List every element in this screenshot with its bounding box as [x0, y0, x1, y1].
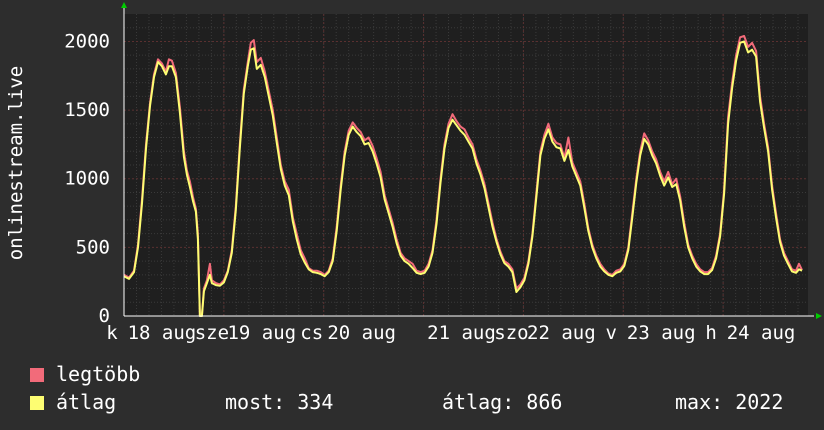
- legend-label-avg: átlag: [56, 390, 117, 414]
- y-tick-label: 1000: [64, 168, 110, 190]
- y-tick-labels: 0500100015002000: [64, 30, 110, 327]
- stat-average: átlag: 866: [442, 390, 563, 414]
- x-tick-label: 20 aug: [327, 322, 396, 344]
- stat-now: most: 334: [225, 390, 334, 414]
- x-tick-label: h: [705, 322, 716, 344]
- x-tick-label: 24 aug: [727, 322, 796, 344]
- x-tick-label: k: [106, 322, 118, 344]
- legend-label-max: legtöbb: [56, 362, 141, 386]
- x-tick-label: 23 aug: [627, 322, 696, 344]
- stat-max: max: 2022: [675, 390, 784, 414]
- legend-item-max: legtöbb: [30, 362, 140, 386]
- x-tick-label: szo: [494, 322, 528, 344]
- legend-swatch-max: [30, 368, 44, 382]
- x-tick-label: cs: [300, 322, 323, 344]
- y-tick-label: 2000: [64, 30, 110, 52]
- x-tick-labels: k 18 augsze19 aug cs 20 aug 21 augszo22 aug v…: [106, 322, 795, 344]
- graph-panel: 0 500 1000 1500 2000 k 18 aug sze 19 aug cs 20 au…: [0, 0, 824, 430]
- legend-item-avg: átlag: [30, 390, 116, 414]
- x-tick-label: 19 aug: [227, 322, 296, 344]
- line-chart: 0500100015002000 k 18 augsze19 aug cs 20 au…: [64, 2, 822, 344]
- x-tick-label: sze: [195, 322, 229, 344]
- x-axis-arrow: [816, 313, 822, 319]
- x-tick-label: v: [606, 322, 617, 344]
- y-axis-label-text: onlinestream.live: [5, 65, 27, 261]
- y-tick-label: 500: [76, 236, 110, 258]
- x-tick-label: 21 aug: [427, 322, 496, 344]
- x-tick-label: 18 aug: [128, 322, 197, 344]
- y-axis-arrow: [121, 2, 127, 8]
- x-tick-label: 22 aug: [527, 322, 596, 344]
- y-tick-label: 1500: [64, 99, 110, 121]
- y-axis-label: onlinestream.live: [4, 48, 28, 278]
- legend-swatch-avg: [30, 396, 44, 410]
